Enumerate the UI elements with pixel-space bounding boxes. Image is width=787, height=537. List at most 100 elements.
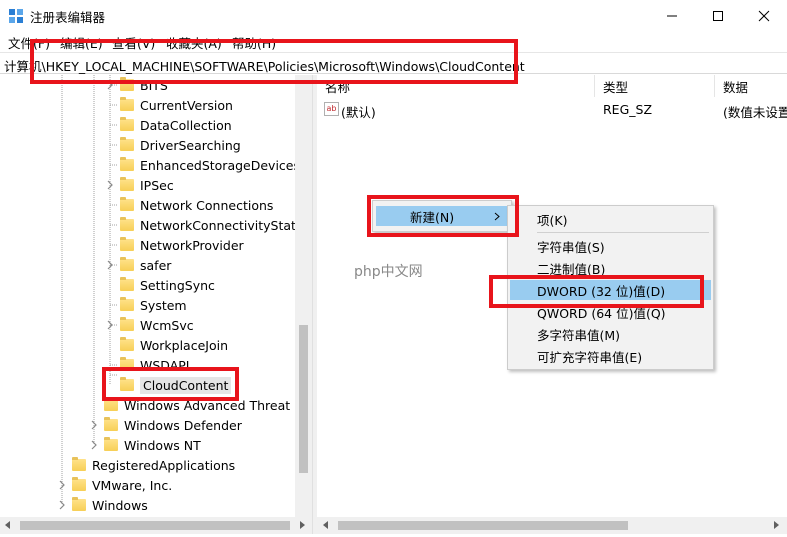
title-bar[interactable]: 注册表编辑器 <box>0 0 787 31</box>
tree-label: WcmSvc <box>140 317 194 333</box>
tree-horizontal-scroll-thumb[interactable] <box>20 521 290 530</box>
regedit-app-icon <box>9 9 23 23</box>
menu-item-key[interactable]: 项(K) <box>537 209 567 229</box>
expand-placeholder <box>104 299 116 311</box>
minimize-button[interactable] <box>649 0 695 31</box>
tree-item[interactable]: NetworkConnectivityStatus <box>104 215 310 235</box>
tree-item[interactable]: VMware, Inc. <box>56 475 172 495</box>
tree-item[interactable]: safer <box>104 255 171 275</box>
expand-arrow-icon[interactable] <box>88 439 100 451</box>
watermark: php中文网 <box>354 261 423 281</box>
expand-placeholder <box>56 459 68 471</box>
expand-placeholder <box>104 99 116 111</box>
tree-label: System <box>140 297 187 313</box>
folder-icon <box>120 157 134 171</box>
close-button[interactable] <box>741 0 787 31</box>
scroll-right-icon[interactable] <box>298 521 306 530</box>
expand-arrow-icon[interactable] <box>104 259 116 271</box>
tree-item[interactable]: System <box>104 295 187 315</box>
tree-label: IPSec <box>140 177 174 193</box>
scroll-left-icon[interactable] <box>322 521 330 530</box>
tree-item[interactable]: Windows NT <box>88 435 201 455</box>
tree-item[interactable]: DriverSearching <box>104 135 241 155</box>
expand-arrow-icon[interactable] <box>88 419 100 431</box>
tree-label: Windows NT <box>124 437 201 453</box>
expand-placeholder <box>104 219 116 231</box>
tree-item[interactable]: Windows <box>56 495 148 515</box>
tree-label: VMware, Inc. <box>92 477 173 493</box>
close-icon <box>758 10 770 21</box>
folder-icon <box>72 457 86 471</box>
value-row[interactable]: ab (默认) REG_SZ (数值未设置 <box>317 100 787 120</box>
tree-item[interactable]: Network Connections <box>104 195 273 215</box>
maximize-button[interactable] <box>695 0 741 31</box>
folder-icon <box>120 177 134 191</box>
tree-item[interactable]: Windows Defender <box>88 415 242 435</box>
folder-icon <box>120 317 134 331</box>
tree-label: CurrentVersion <box>140 97 233 113</box>
tree-label: NetworkConnectivityStatus <box>140 217 311 233</box>
expand-placeholder <box>88 399 100 411</box>
tree-vertical-scroll-thumb[interactable] <box>299 325 308 473</box>
folder-icon <box>72 497 86 511</box>
column-type-label: 类型 <box>603 79 629 95</box>
expand-placeholder <box>104 279 116 291</box>
tree-item[interactable]: EnhancedStorageDevices <box>104 155 300 175</box>
annotation-box-new <box>367 195 519 237</box>
folder-icon <box>120 237 134 251</box>
tree-label: Windows <box>92 497 148 513</box>
folder-icon <box>72 477 86 491</box>
tree-label: DataCollection <box>140 117 232 133</box>
folder-icon <box>104 417 118 431</box>
folder-icon <box>104 437 118 451</box>
menu-item-multi-string[interactable]: 多字符串值(M) <box>537 324 620 344</box>
tree-item[interactable]: CurrentVersion <box>104 95 233 115</box>
minimize-icon <box>667 15 677 16</box>
watermark-text: php中文网 <box>354 264 423 280</box>
tree-item[interactable]: DataCollection <box>104 115 232 135</box>
tree-label: DriverSearching <box>140 137 241 153</box>
tree-label: safer <box>140 257 172 273</box>
tree-item[interactable]: SettingSync <box>104 275 215 295</box>
tree-item[interactable]: WorkplaceJoin <box>104 335 228 355</box>
expand-placeholder <box>104 339 116 351</box>
expand-placeholder <box>104 119 116 131</box>
column-header-data[interactable]: 数据 <box>715 75 787 97</box>
expand-arrow-icon[interactable] <box>56 499 68 511</box>
value-type: REG_SZ <box>603 102 653 117</box>
column-header-type[interactable]: 类型 <box>595 75 715 97</box>
scroll-left-icon[interactable] <box>4 521 12 530</box>
folder-icon <box>120 337 134 351</box>
tree-label: EnhancedStorageDevices <box>140 157 300 173</box>
list-horizontal-scroll-thumb[interactable] <box>338 521 628 530</box>
tree-label: RegisteredApplications <box>92 457 236 473</box>
maximize-icon <box>713 10 723 21</box>
tree-item[interactable]: IPSec <box>104 175 174 195</box>
expand-placeholder <box>104 199 116 211</box>
expand-arrow-icon[interactable] <box>56 479 68 491</box>
tree-label: Network Connections <box>140 197 274 213</box>
folder-icon <box>120 137 134 151</box>
tree-item[interactable]: RegisteredApplications <box>56 455 235 475</box>
folder-icon <box>120 297 134 311</box>
window-title: 注册表编辑器 <box>30 10 106 25</box>
regedit-window: 注册表编辑器 文件(F) 编辑(E) 查看(V) 收藏夹(A) 帮助(H) 计算… <box>0 0 787 537</box>
folder-icon <box>120 277 134 291</box>
key-tree[interactable]: BITS CurrentVersion DataCollection Drive… <box>0 75 312 517</box>
folder-icon <box>120 217 134 231</box>
expand-arrow-icon[interactable] <box>104 179 116 191</box>
value-data: (数值未设置 <box>723 105 787 120</box>
tree-item[interactable]: WcmSvc <box>104 315 194 335</box>
tree-label: SettingSync <box>140 277 215 293</box>
scroll-right-icon[interactable] <box>772 521 780 530</box>
expand-arrow-icon[interactable] <box>104 319 116 331</box>
expand-placeholder <box>104 139 116 151</box>
tree-item[interactable]: NetworkProvider <box>104 235 244 255</box>
value-name: (默认) <box>341 105 376 120</box>
menu-item-string[interactable]: 字符串值(S) <box>537 236 605 256</box>
folder-icon <box>120 117 134 131</box>
expand-placeholder <box>104 159 116 171</box>
tree-label: WorkplaceJoin <box>140 337 229 353</box>
folder-icon <box>120 97 134 111</box>
menu-item-expandable-string[interactable]: 可扩充字符串值(E) <box>537 346 642 366</box>
